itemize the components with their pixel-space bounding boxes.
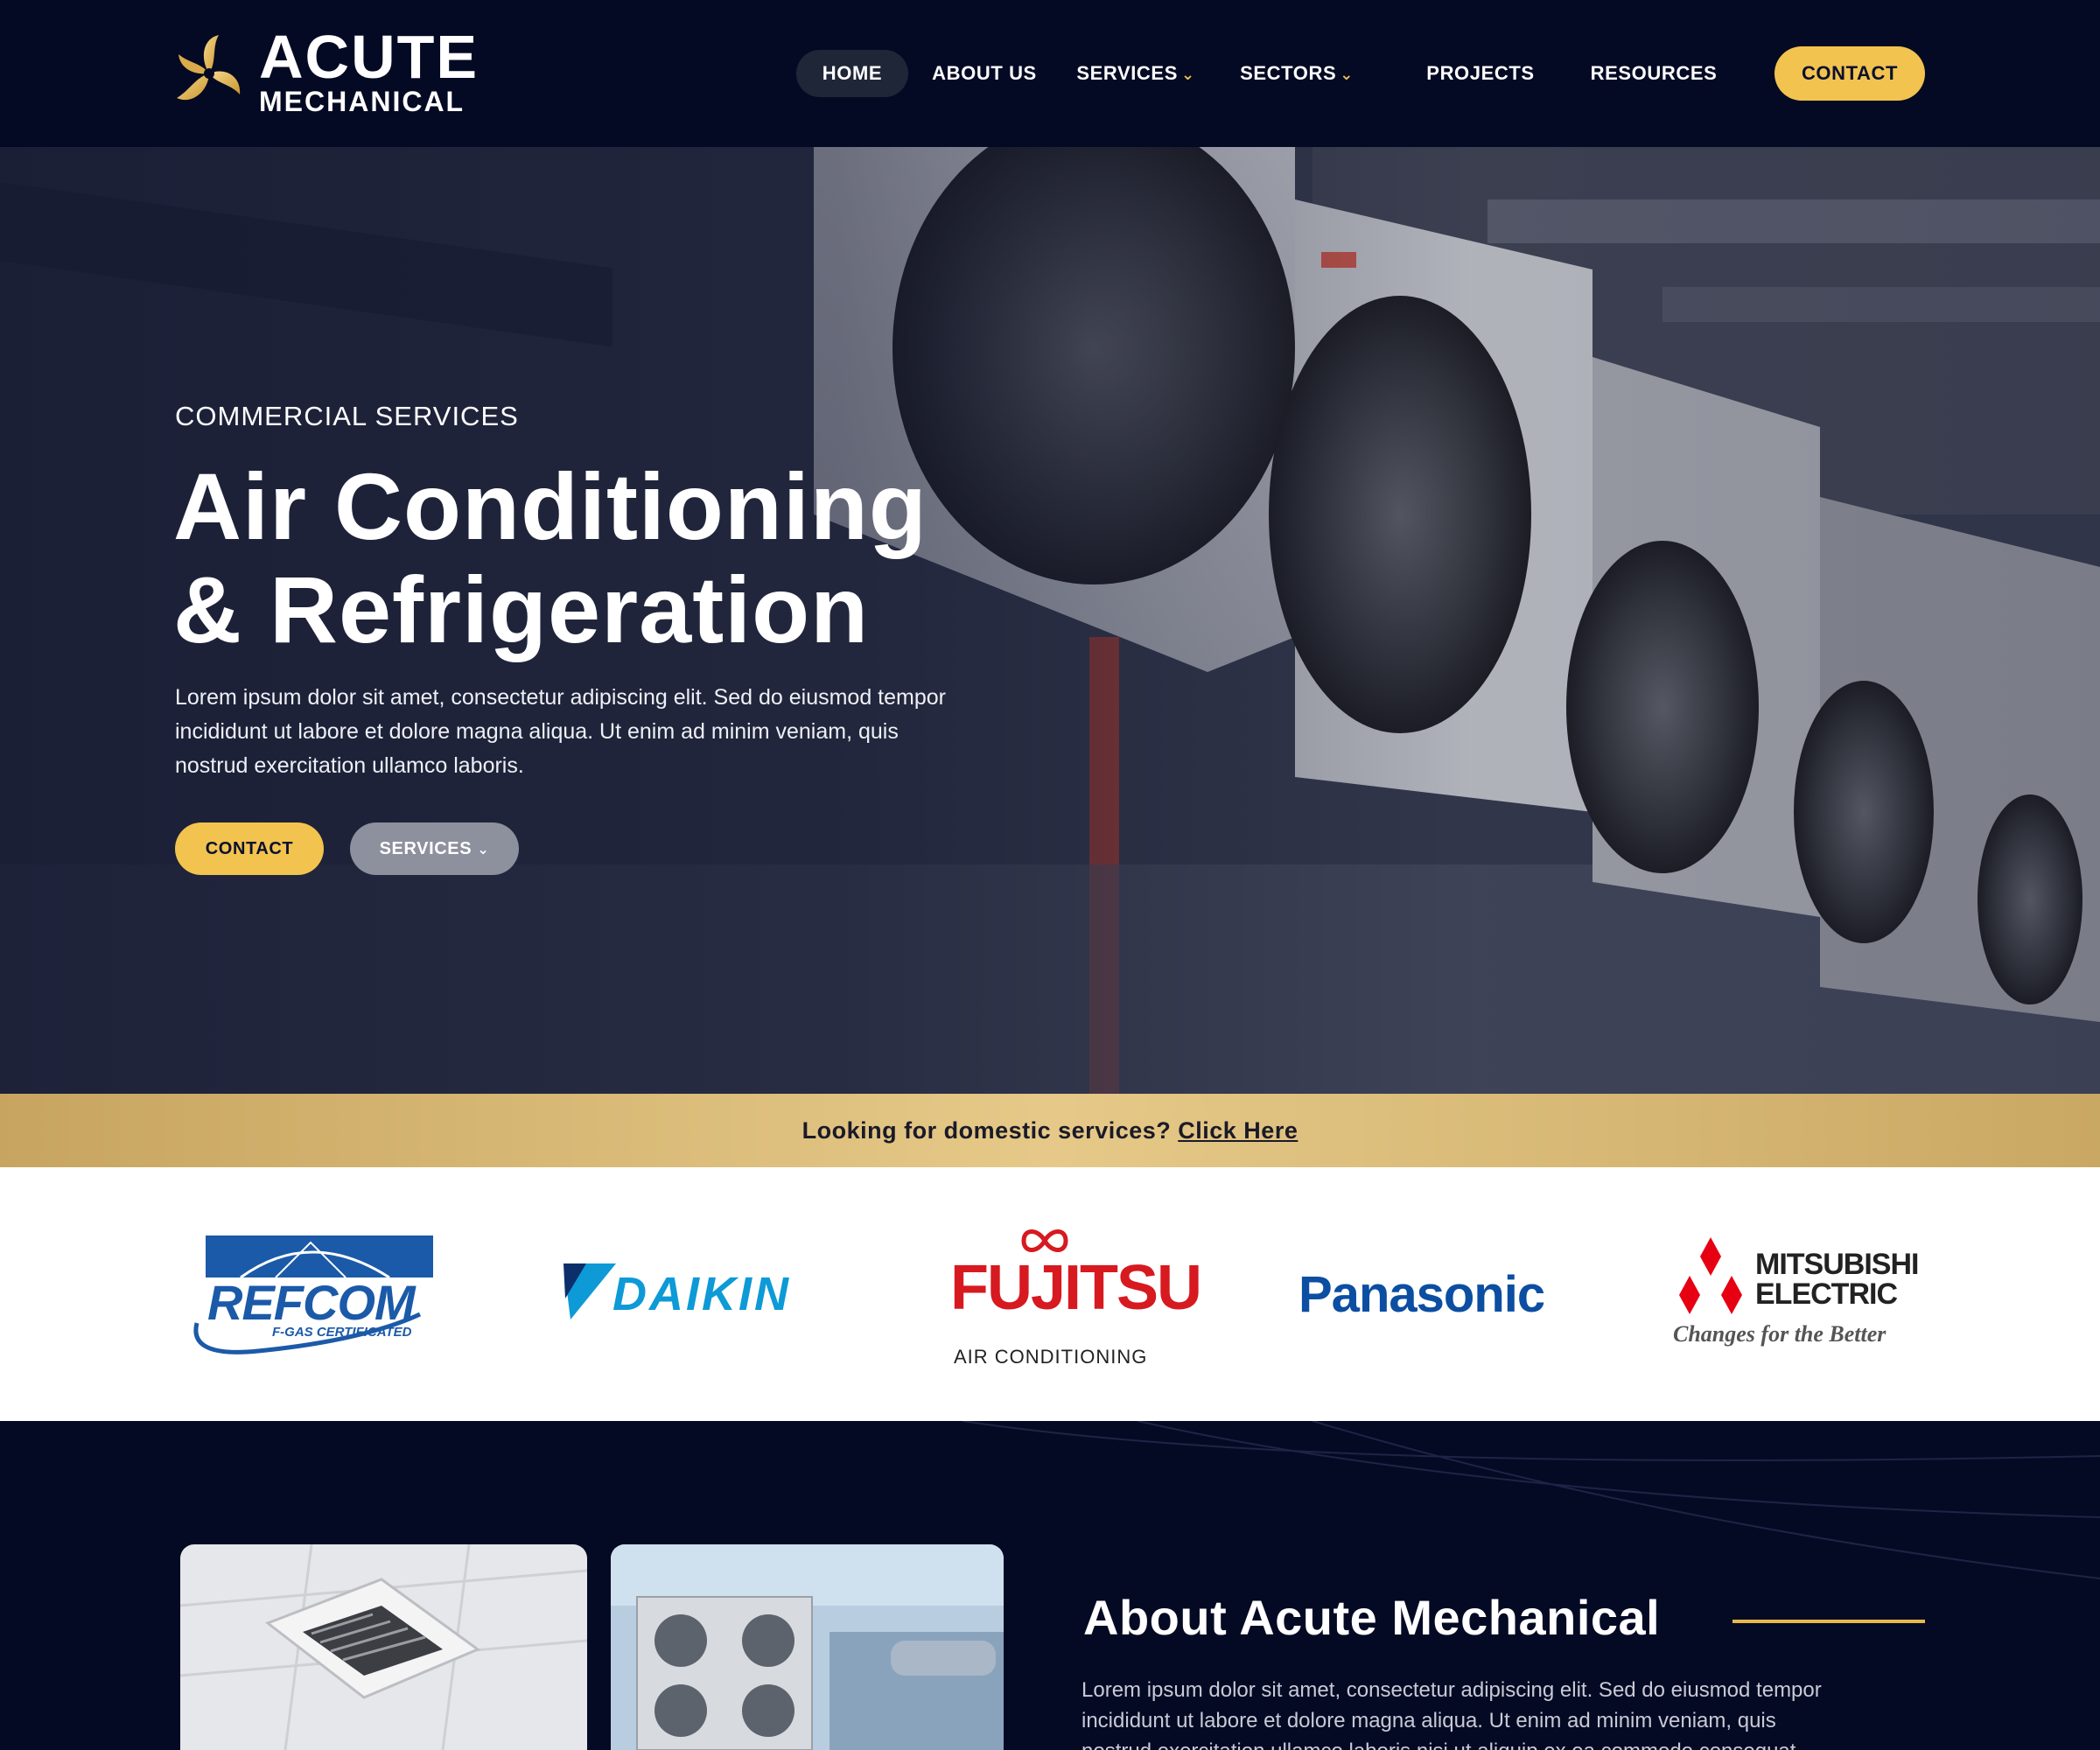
- fujitsu-subtitle: AIR CONDITIONING: [954, 1346, 1148, 1368]
- domestic-services-link[interactable]: Click Here: [1178, 1117, 1298, 1144]
- refcom-wordmark: REFCOM: [207, 1275, 416, 1330]
- rooftop-units-photo: [611, 1544, 1004, 1750]
- nav-projects[interactable]: PROJECTS: [1424, 50, 1537, 97]
- nav-sectors-label: SECTORS: [1240, 62, 1337, 84]
- hero-contact-button[interactable]: CONTACT: [175, 822, 324, 875]
- hero-title-line-2: & Refrigeration: [173, 556, 870, 662]
- site-header: ACUTE MECHANICAL HOME ABOUT US SERVICES ⌄…: [0, 0, 2100, 147]
- daikin-mark-icon: [564, 1264, 616, 1320]
- domestic-services-text: Looking for domestic services?: [802, 1117, 1172, 1144]
- fujitsu-wordmark: FUJITSU: [950, 1253, 1202, 1323]
- domestic-services-banner: Looking for domestic services? Click Her…: [0, 1094, 2100, 1167]
- partner-logos: REFCOM F-GAS CERTIFICATED DAIKIN FUJITSU…: [0, 1167, 2100, 1421]
- mitsubishi-wordmark-line-1: MITSUBISHI: [1755, 1248, 1919, 1281]
- mitsubishi-diamonds-icon: [1679, 1237, 1742, 1314]
- daikin-wordmark: DAIKIN: [612, 1268, 791, 1320]
- hero-description: Lorem ipsum dolor sit amet, consectetur …: [175, 685, 946, 778]
- mitsubishi-wordmark-line-2: ELECTRIC: [1755, 1278, 1898, 1311]
- nav-services[interactable]: SERVICES ⌄: [1070, 50, 1201, 97]
- site-logo[interactable]: ACUTE MECHANICAL: [173, 26, 506, 119]
- chevron-down-icon: ⌄: [477, 843, 490, 858]
- logo-wordmark-secondary: MECHANICAL: [259, 86, 466, 117]
- refcom-logo: REFCOM F-GAS CERTIFICATED: [188, 1236, 438, 1354]
- fujitsu-logo: FUJITSU AIR CONDITIONING: [950, 1223, 1202, 1381]
- nav-resources[interactable]: RESOURCES: [1588, 50, 1719, 97]
- about-title: About Acute Mechanical: [1083, 1590, 1661, 1645]
- chevron-down-icon: ⌄: [1180, 66, 1195, 83]
- hero-services-label: SERVICES: [379, 839, 472, 858]
- logo-wordmark-primary: ACUTE: [259, 23, 480, 91]
- nav-about-us[interactable]: ABOUT US: [932, 50, 1037, 97]
- fan-logo-icon: [177, 35, 241, 101]
- hero-services-button[interactable]: SERVICES ⌄: [350, 822, 519, 875]
- ceiling-cassette-photo: [180, 1544, 587, 1750]
- nav-contact-button[interactable]: CONTACT: [1774, 46, 1925, 101]
- nav-sectors[interactable]: SECTORS ⌄: [1236, 50, 1358, 97]
- panasonic-logo: Panasonic: [1298, 1265, 1545, 1326]
- chevron-down-icon: ⌄: [1340, 66, 1354, 83]
- about-description: Lorem ipsum dolor sit amet, consectetur …: [1082, 1678, 1822, 1750]
- hero-title: Air Conditioning & Refrigeration: [173, 455, 1048, 662]
- nav-services-label: SERVICES: [1076, 62, 1178, 84]
- mitsubishi-electric-logo: MITSUBISHI ELECTRIC Changes for the Bett…: [1670, 1237, 1923, 1360]
- about-title-divider: [1732, 1620, 1925, 1623]
- panasonic-wordmark: Panasonic: [1298, 1266, 1545, 1323]
- hero-section: COMMERCIAL SERVICES Air Conditioning & R…: [0, 147, 2100, 1094]
- nav-home[interactable]: HOME: [796, 50, 908, 97]
- refcom-subtitle: F-GAS CERTIFICATED: [272, 1325, 412, 1340]
- about-section: About Acute Mechanical Lorem ipsum dolor…: [0, 1421, 2100, 1750]
- hero-title-line-1: Air Conditioning: [173, 453, 928, 559]
- daikin-logo: DAIKIN: [564, 1264, 808, 1321]
- mitsubishi-tagline: Changes for the Better: [1673, 1321, 1886, 1347]
- hero-eyebrow: COMMERCIAL SERVICES: [175, 401, 519, 431]
